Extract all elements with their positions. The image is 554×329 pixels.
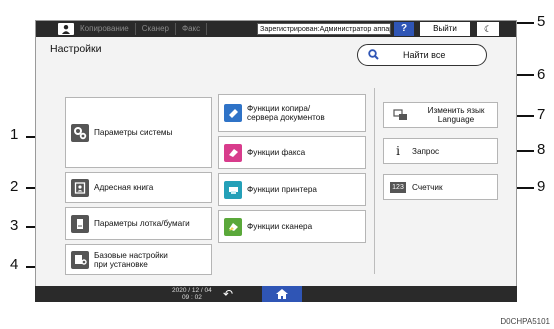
gears-icon (71, 123, 89, 142)
top-bar: Копирование Сканер Факс Зарегистрирован:… (36, 21, 516, 37)
fax-icon (224, 143, 242, 162)
figure-code: D0CHPA5101 (500, 317, 550, 326)
fax-features-button[interactable]: Функции факса (218, 136, 366, 169)
basic-install-settings-button[interactable]: Базовые настройки при установке (65, 244, 212, 275)
scanner-icon (224, 217, 242, 236)
basic-install-settings-label: Базовые настройки при установке (94, 251, 168, 269)
callout-3: 3 (10, 217, 19, 234)
date-time: 2020 / 12 / 04 09 : 02 (172, 287, 212, 301)
column-divider (374, 88, 375, 274)
callout-9: 9 (537, 178, 546, 195)
callout-6: 6 (537, 66, 546, 83)
bottom-bar-wrap: 2020 / 12 / 04 09 : 02 ↶ (35, 286, 517, 302)
address-book-label: Адресная книга (94, 183, 154, 192)
system-settings-button[interactable]: Параметры системы (65, 97, 212, 168)
language-icon (392, 106, 410, 124)
inquiry-label: Запрос (412, 146, 440, 156)
counter-label: Счетчик (412, 182, 443, 192)
home-button[interactable] (262, 286, 302, 302)
tab-scanner[interactable]: Сканер (136, 23, 176, 35)
callout-7: 7 (537, 106, 546, 123)
copier-features-line1: Функции копира/ (247, 104, 311, 113)
callout-2: 2 (10, 178, 19, 195)
paper-tray-icon (71, 214, 89, 233)
energy-saver-button[interactable]: ☾ (477, 22, 499, 36)
system-settings-label: Параметры системы (94, 128, 173, 137)
back-arrow-icon[interactable]: ↶ (223, 286, 233, 302)
tray-paper-settings-label: Параметры лотка/бумаги (94, 219, 190, 228)
basic-install-line1: Базовые настройки (94, 250, 168, 260)
printer-icon (224, 180, 242, 199)
callout-5: 5 (537, 13, 546, 30)
fax-features-label: Функции факса (247, 148, 306, 157)
tab-fax[interactable]: Факс (176, 23, 208, 35)
change-language-line1: Изменить язык (427, 106, 485, 115)
printer-features-label: Функции принтера (247, 185, 317, 194)
search-all-button[interactable]: Найти все (357, 44, 487, 66)
copier-docserver-features-label: Функции копира/ сервера документов (247, 104, 325, 122)
date-text: 2020 / 12 / 04 (172, 287, 212, 294)
copier-icon (224, 104, 242, 122)
address-book-icon (71, 178, 89, 197)
tab-copy[interactable]: Копирование (74, 23, 136, 35)
counter-icon: 123 (390, 181, 406, 193)
page-title: Настройки (50, 43, 102, 55)
logout-button[interactable]: Выйти (420, 22, 470, 36)
inquiry-button[interactable]: i Запрос (383, 138, 498, 164)
tray-paper-settings-button[interactable]: Параметры лотка/бумаги (65, 207, 212, 240)
scanner-features-button[interactable]: Функции сканера (218, 210, 366, 243)
device-settings-icon (71, 250, 89, 269)
home-icon (276, 289, 288, 299)
callout-1: 1 (10, 126, 19, 143)
change-language-button[interactable]: Изменить язык Language (383, 102, 498, 128)
change-language-label: Изменить язык Language (415, 106, 497, 124)
counter-button[interactable]: 123 Счетчик (383, 174, 498, 200)
help-button[interactable]: ? (394, 22, 414, 36)
search-icon (368, 48, 379, 62)
address-book-button[interactable]: Адресная книга (65, 172, 212, 203)
basic-install-line2: при установке (94, 259, 148, 269)
time-text: 09 : 02 (181, 294, 202, 301)
search-label: Найти все (403, 50, 446, 60)
user-icon[interactable] (58, 23, 74, 35)
bottom-bar: 2020 / 12 / 04 09 : 02 ↶ (35, 286, 517, 302)
change-language-line2: Language (437, 115, 475, 124)
copier-features-line2: сервера документов (247, 113, 325, 122)
scanner-features-label: Функции сканера (247, 222, 313, 231)
copier-docserver-features-button[interactable]: Функции копира/ сервера документов (218, 94, 366, 132)
callout-4: 4 (10, 256, 19, 273)
printer-features-button[interactable]: Функции принтера (218, 173, 366, 206)
info-icon: i (396, 143, 400, 158)
login-status: Зарегистрирован:Администратор аппарат (257, 23, 391, 35)
callout-8: 8 (537, 141, 546, 158)
